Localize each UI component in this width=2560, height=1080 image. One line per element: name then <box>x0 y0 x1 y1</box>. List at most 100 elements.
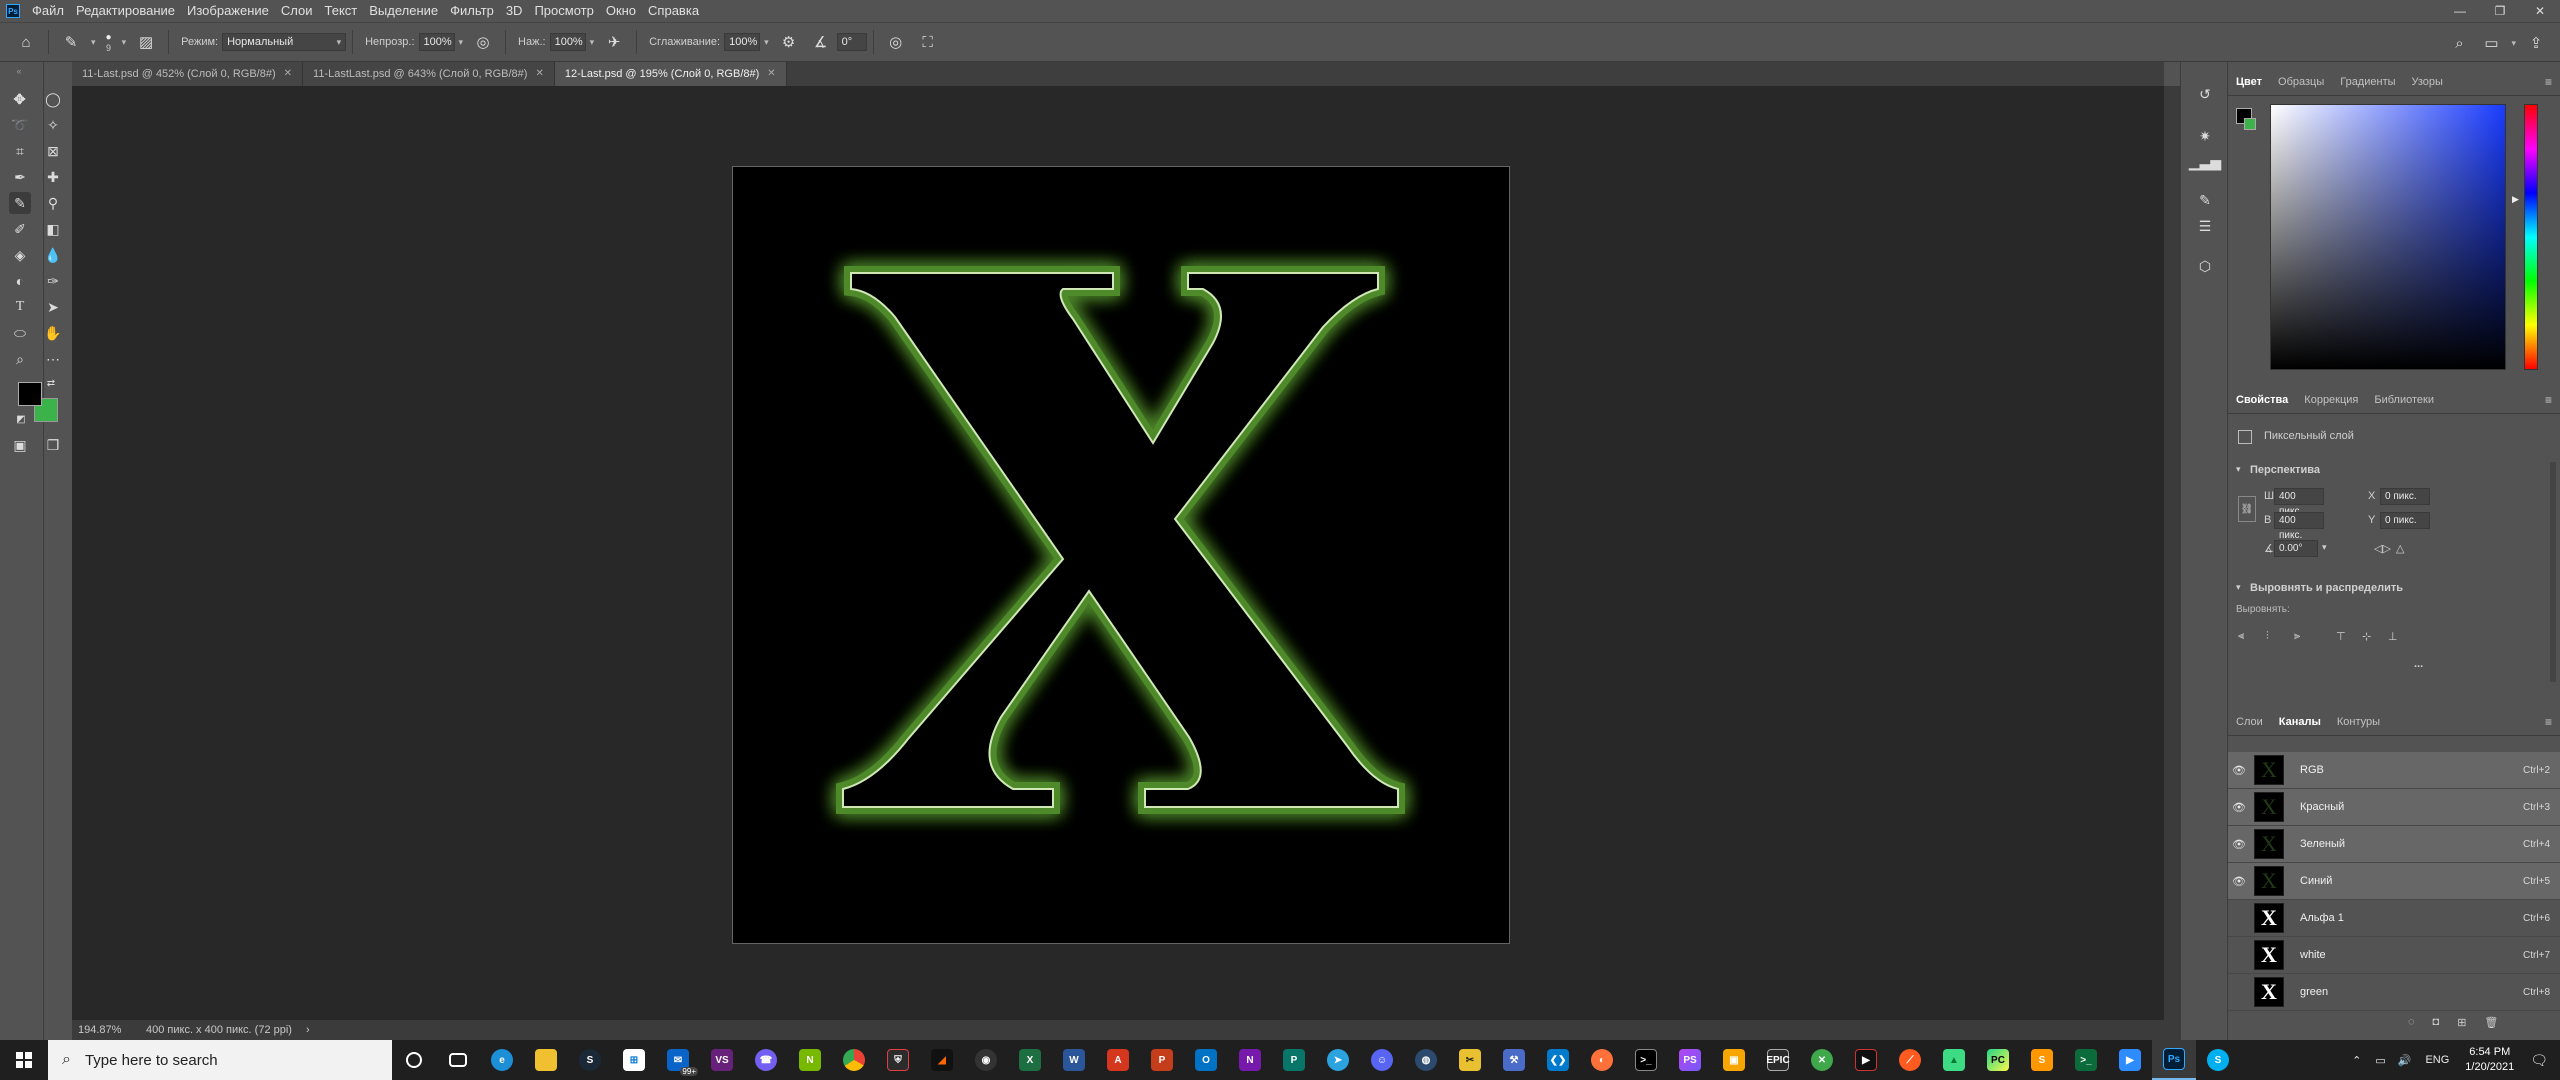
powerpoint-icon[interactable]: P <box>1140 1040 1184 1080</box>
close-icon[interactable]: ✕ <box>767 62 775 86</box>
tray-chevron-up-icon[interactable]: ⌃ <box>2352 1054 2361 1067</box>
blur-tool-icon[interactable]: 💧 <box>42 244 64 266</box>
adjustments-icon[interactable]: ☰ <box>2193 214 2217 238</box>
close-button[interactable]: ✕ <box>2520 0 2560 22</box>
phpstorm-icon[interactable]: PS <box>1668 1040 1712 1080</box>
hue-marker-icon[interactable]: ▶ <box>2512 194 2519 205</box>
y-field[interactable]: 0 пикс. <box>2380 512 2430 529</box>
symmetry-icon[interactable]: ⛶ <box>916 30 940 54</box>
menu-file[interactable]: Файл <box>26 0 70 22</box>
move-tool-button[interactable]: ✥ <box>9 88 31 110</box>
bucket-tool-icon[interactable]: ◈ <box>9 244 31 266</box>
tab-paths[interactable]: Контуры <box>2329 708 2388 736</box>
hand-tool-icon[interactable]: ✋ <box>42 322 64 344</box>
task-view-icon[interactable] <box>436 1040 480 1080</box>
histogram-icon[interactable]: ▁▃▅ <box>2189 150 2221 174</box>
visibility-eye-icon[interactable]: 👁 <box>2228 875 2250 888</box>
pen-tool-icon[interactable]: ✑ <box>42 270 64 292</box>
nvidia-icon[interactable]: N <box>788 1040 832 1080</box>
epic-games-icon[interactable]: EPIC <box>1756 1040 1800 1080</box>
restore-button[interactable]: ❐ <box>2480 0 2520 22</box>
brush-chevron-icon[interactable]: ▾ <box>122 37 127 48</box>
visibility-eye-icon[interactable]: 👁 <box>2228 838 2250 851</box>
pressure-opacity-icon[interactable]: ◎ <box>471 30 495 54</box>
menu-image[interactable]: Изображение <box>181 0 275 22</box>
edge-icon[interactable]: e <box>480 1040 524 1080</box>
menu-layers[interactable]: Слои <box>275 0 319 22</box>
brush-settings-icon[interactable]: ▨ <box>134 30 158 54</box>
vertical-scrollbar[interactable] <box>2164 86 2180 1020</box>
eyedropper-tool-icon[interactable]: ✒ <box>9 166 31 188</box>
flip-horizontal-icon[interactable]: ◁▷ <box>2374 542 2391 555</box>
discord-icon[interactable]: ☺ <box>1360 1040 1404 1080</box>
document-canvas[interactable] <box>732 166 1510 944</box>
ellipse-tool-icon[interactable]: ⬭ <box>9 322 31 344</box>
search-icon[interactable]: ⌕ <box>2447 31 2471 55</box>
frame-tool-icon[interactable]: ⊠ <box>42 140 64 162</box>
telegram-icon[interactable]: ➤ <box>1316 1040 1360 1080</box>
load-selection-icon[interactable]: ◌ <box>2408 1016 2415 1029</box>
opacity-chevron-icon[interactable]: ▾ <box>459 37 464 48</box>
lasso-tool-icon[interactable]: ➰ <box>9 114 31 136</box>
channel-row-blue[interactable]: 👁 X Синий Ctrl+5 <box>2228 863 2560 900</box>
color-background-chip[interactable] <box>2244 118 2256 130</box>
tab-layers[interactable]: Слои <box>2228 708 2271 736</box>
x-field[interactable]: 0 пикс. <box>2380 488 2430 505</box>
sublime-icon[interactable]: S <box>2020 1040 2064 1080</box>
flip-vertical-icon[interactable]: △ <box>2396 542 2404 555</box>
terminal-icon[interactable]: >_ <box>1624 1040 1668 1080</box>
excel-icon[interactable]: X <box>1008 1040 1052 1080</box>
tool-preset-chevron-icon[interactable]: ▾ <box>91 37 96 48</box>
acrobat-icon[interactable]: A <box>1096 1040 1140 1080</box>
quick-select-tool-icon[interactable]: ✧ <box>42 114 64 136</box>
history-icon[interactable]: ↺ <box>2193 82 2217 106</box>
menu-filter[interactable]: Фильтр <box>444 0 500 22</box>
console-icon[interactable]: ▶ <box>1844 1040 1888 1080</box>
properties-scrollbar[interactable] <box>2550 462 2556 682</box>
minimize-button[interactable]: — <box>2440 0 2480 22</box>
transform-section-title[interactable]: Перспектива <box>2250 464 2320 476</box>
tab-properties[interactable]: Свойства <box>2228 386 2296 414</box>
menu-select[interactable]: Выделение <box>363 0 444 22</box>
android-studio-icon[interactable]: ▲ <box>1932 1040 1976 1080</box>
tab-patterns[interactable]: Узоры <box>2404 68 2451 96</box>
onenote-icon[interactable]: N <box>1228 1040 1272 1080</box>
mail-icon[interactable]: ✉ 99+ <box>656 1040 700 1080</box>
shield-icon[interactable]: ⛨ <box>876 1040 920 1080</box>
align-hcenter-icon[interactable]: ⫶ <box>2266 630 2269 643</box>
menu-edit[interactable]: Редактирование <box>70 0 181 22</box>
smoothing-field[interactable]: 100% <box>724 33 761 51</box>
home-icon[interactable]: ⌂ <box>14 30 38 54</box>
workspace-chevron-icon[interactable]: ▾ <box>2511 38 2516 49</box>
channel-row-rgb[interactable]: 👁 X RGB Ctrl+2 <box>2228 752 2560 789</box>
menu-window[interactable]: Окно <box>600 0 642 22</box>
channel-row-green-alpha[interactable]: X green Ctrl+8 <box>2228 974 2560 1011</box>
mode-select[interactable]: Нормальный ▾ <box>222 33 347 51</box>
new-channel-icon[interactable]: ⊞ <box>2457 1016 2466 1029</box>
stamp-tool-icon[interactable]: ⚲ <box>42 192 64 214</box>
visibility-eye-icon[interactable]: 👁 <box>2228 801 2250 814</box>
tab-adjustments[interactable]: Коррекция <box>2296 386 2366 414</box>
notifications-icon[interactable]: 🗨 <box>2530 1052 2548 1069</box>
menu-view[interactable]: Просмотр <box>528 0 599 22</box>
outlook-icon[interactable]: O <box>1184 1040 1228 1080</box>
tab-channels[interactable]: Каналы <box>2271 708 2329 736</box>
publisher-icon[interactable]: P <box>1272 1040 1316 1080</box>
more-tools-icon[interactable]: ⋯ <box>42 348 64 370</box>
status-menu-arrow[interactable]: › <box>306 1024 310 1036</box>
align-section-title[interactable]: Выровнять и распределить <box>2250 582 2403 594</box>
channel-row-red[interactable]: 👁 X Красный Ctrl+3 <box>2228 789 2560 826</box>
trash-icon[interactable]: 🗑 <box>2484 1016 2498 1029</box>
network-icon[interactable]: ▭ <box>2375 1054 2385 1067</box>
channel-row-alpha-1[interactable]: X Альфа 1 Ctrl+6 <box>2228 900 2560 937</box>
align-vcenter-icon[interactable]: ⊹ <box>2362 630 2371 643</box>
panel-menu-icon[interactable]: ≡ <box>2545 393 2552 407</box>
pycharm-icon[interactable]: PC <box>1976 1040 2020 1080</box>
marquee-tool-icon[interactable]: ◯ <box>42 88 64 110</box>
chevron-down-icon[interactable]: ▾ <box>2236 464 2241 475</box>
flow-chevron-icon[interactable]: ▾ <box>590 37 595 48</box>
media-player-icon[interactable]: ◉ <box>964 1040 1008 1080</box>
brush-tool-icon[interactable]: ✎ <box>59 30 83 54</box>
airbrush-icon[interactable]: ✈ <box>602 30 626 54</box>
tab-12-last[interactable]: 12-Last.psd @ 195% (Слой 0, RGB/8#) ✕ <box>554 62 787 86</box>
